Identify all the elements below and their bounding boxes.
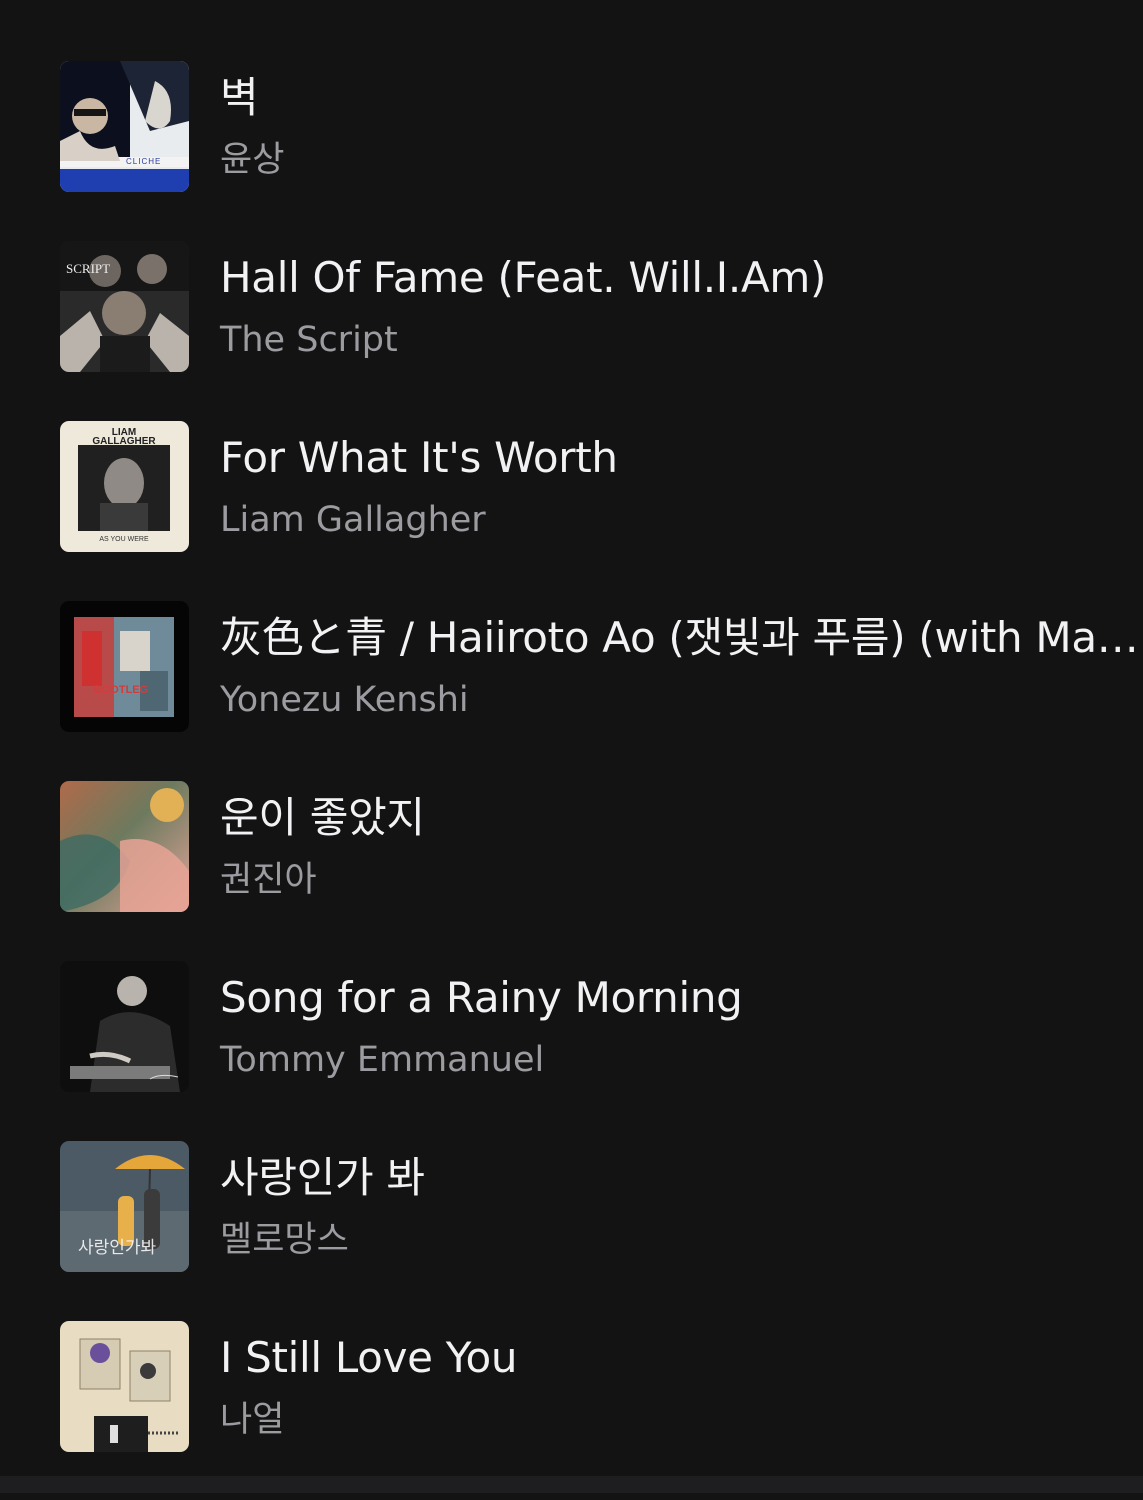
song-title: 운이 좋았지 — [220, 793, 425, 842]
svg-text:SCRIPT: SCRIPT — [66, 261, 110, 276]
song-title: Hall Of Fame (Feat. Will.I.Am) — [220, 253, 827, 302]
song-artist: Liam Gallagher — [220, 500, 486, 540]
svg-text:BOOTLEG: BOOTLEG — [94, 684, 148, 696]
song-title: 灰色と青 / Haiiroto Ao (잿빛과 푸름) (with Mas… — [220, 613, 1143, 662]
song-title: Song for a Rainy Morning — [220, 973, 743, 1022]
song-artist: 권진아 — [220, 860, 317, 900]
album-art-bootleg-icon[interactable]: BOOTLEG — [60, 601, 189, 732]
svg-text:AS YOU WERE: AS YOU WERE — [99, 536, 149, 543]
song-artist: 윤상 — [220, 140, 285, 180]
song-artist: Tommy Emmanuel — [220, 1040, 545, 1080]
song-artist: 멜로망스 — [220, 1220, 349, 1260]
song-row-7[interactable]: 사랑인가봐 사랑인가 봐 멜로망스 — [0, 1140, 1143, 1320]
svg-text:GALLAGHER: GALLAGHER — [92, 436, 156, 447]
song-row-6[interactable]: Song for a Rainy Morning Tommy Emmanuel — [0, 960, 1143, 1140]
song-artist: 나얼 — [220, 1400, 285, 1440]
song-row-2[interactable]: SCRIPT Hall Of Fame (Feat. Will.I.Am) Th… — [0, 240, 1143, 420]
album-art-lucky-icon[interactable] — [60, 781, 189, 912]
album-art-still-love-you-icon[interactable] — [60, 1321, 189, 1452]
album-art-hall-of-fame-icon[interactable]: SCRIPT — [60, 241, 189, 372]
bottom-bar — [0, 1476, 1143, 1493]
song-row-4[interactable]: BOOTLEG 灰色と青 / Haiiroto Ao (잿빛과 푸름) (wit… — [0, 600, 1143, 780]
svg-text:CLICHE: CLICHE — [126, 157, 161, 166]
song-title: I Still Love You — [220, 1333, 518, 1382]
svg-text:사랑인가봐: 사랑인가봐 — [78, 1238, 157, 1258]
album-art-love-maybe-icon[interactable]: 사랑인가봐 — [60, 1141, 189, 1272]
song-row-8[interactable]: I Still Love You 나얼 — [0, 1320, 1143, 1500]
song-title: 사랑인가 봐 — [220, 1153, 425, 1202]
song-list: CLICHE 벽 윤상 SCRIPT Hall Of Fame (Feat. W… — [0, 60, 1143, 1500]
song-title: For What It's Worth — [220, 433, 618, 482]
album-art-wall-icon[interactable]: CLICHE — [60, 61, 189, 192]
song-row-3[interactable]: LIAM GALLAGHER AS YOU WERE For What It's… — [0, 420, 1143, 600]
album-art-as-you-were-icon[interactable]: LIAM GALLAGHER AS YOU WERE — [60, 421, 189, 552]
song-artist: The Script — [220, 320, 398, 360]
song-row-5[interactable]: 운이 좋았지 권진아 — [0, 780, 1143, 960]
song-row-1[interactable]: CLICHE 벽 윤상 — [0, 60, 1143, 240]
song-artist: Yonezu Kenshi — [220, 680, 469, 720]
song-title: 벽 — [220, 73, 259, 122]
album-art-rainy-morning-icon[interactable] — [60, 961, 189, 1092]
